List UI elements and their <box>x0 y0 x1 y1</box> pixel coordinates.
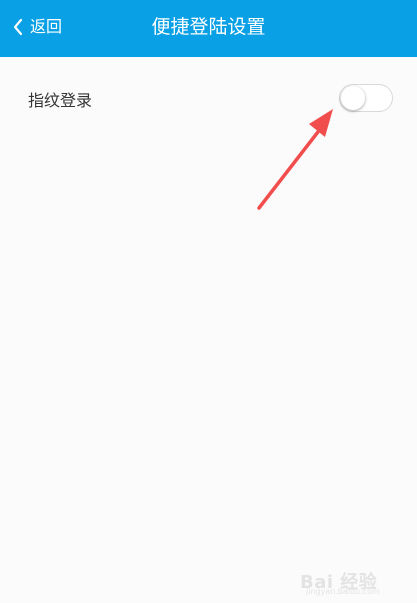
setting-row-fingerprint-login: 指纹登录 <box>0 72 417 128</box>
fingerprint-login-toggle[interactable] <box>339 84 393 112</box>
app-header: 返回 便捷登陆设置 <box>0 0 417 57</box>
toggle-knob <box>341 86 365 110</box>
watermark-subtext: jingyan.baidu.com <box>306 587 380 596</box>
setting-label: 指纹登录 <box>28 91 93 110</box>
baidu-jingyan-watermark: Bai 经验 jingyan.baidu.com <box>300 556 410 598</box>
page-title: 便捷登陆设置 <box>151 16 266 38</box>
